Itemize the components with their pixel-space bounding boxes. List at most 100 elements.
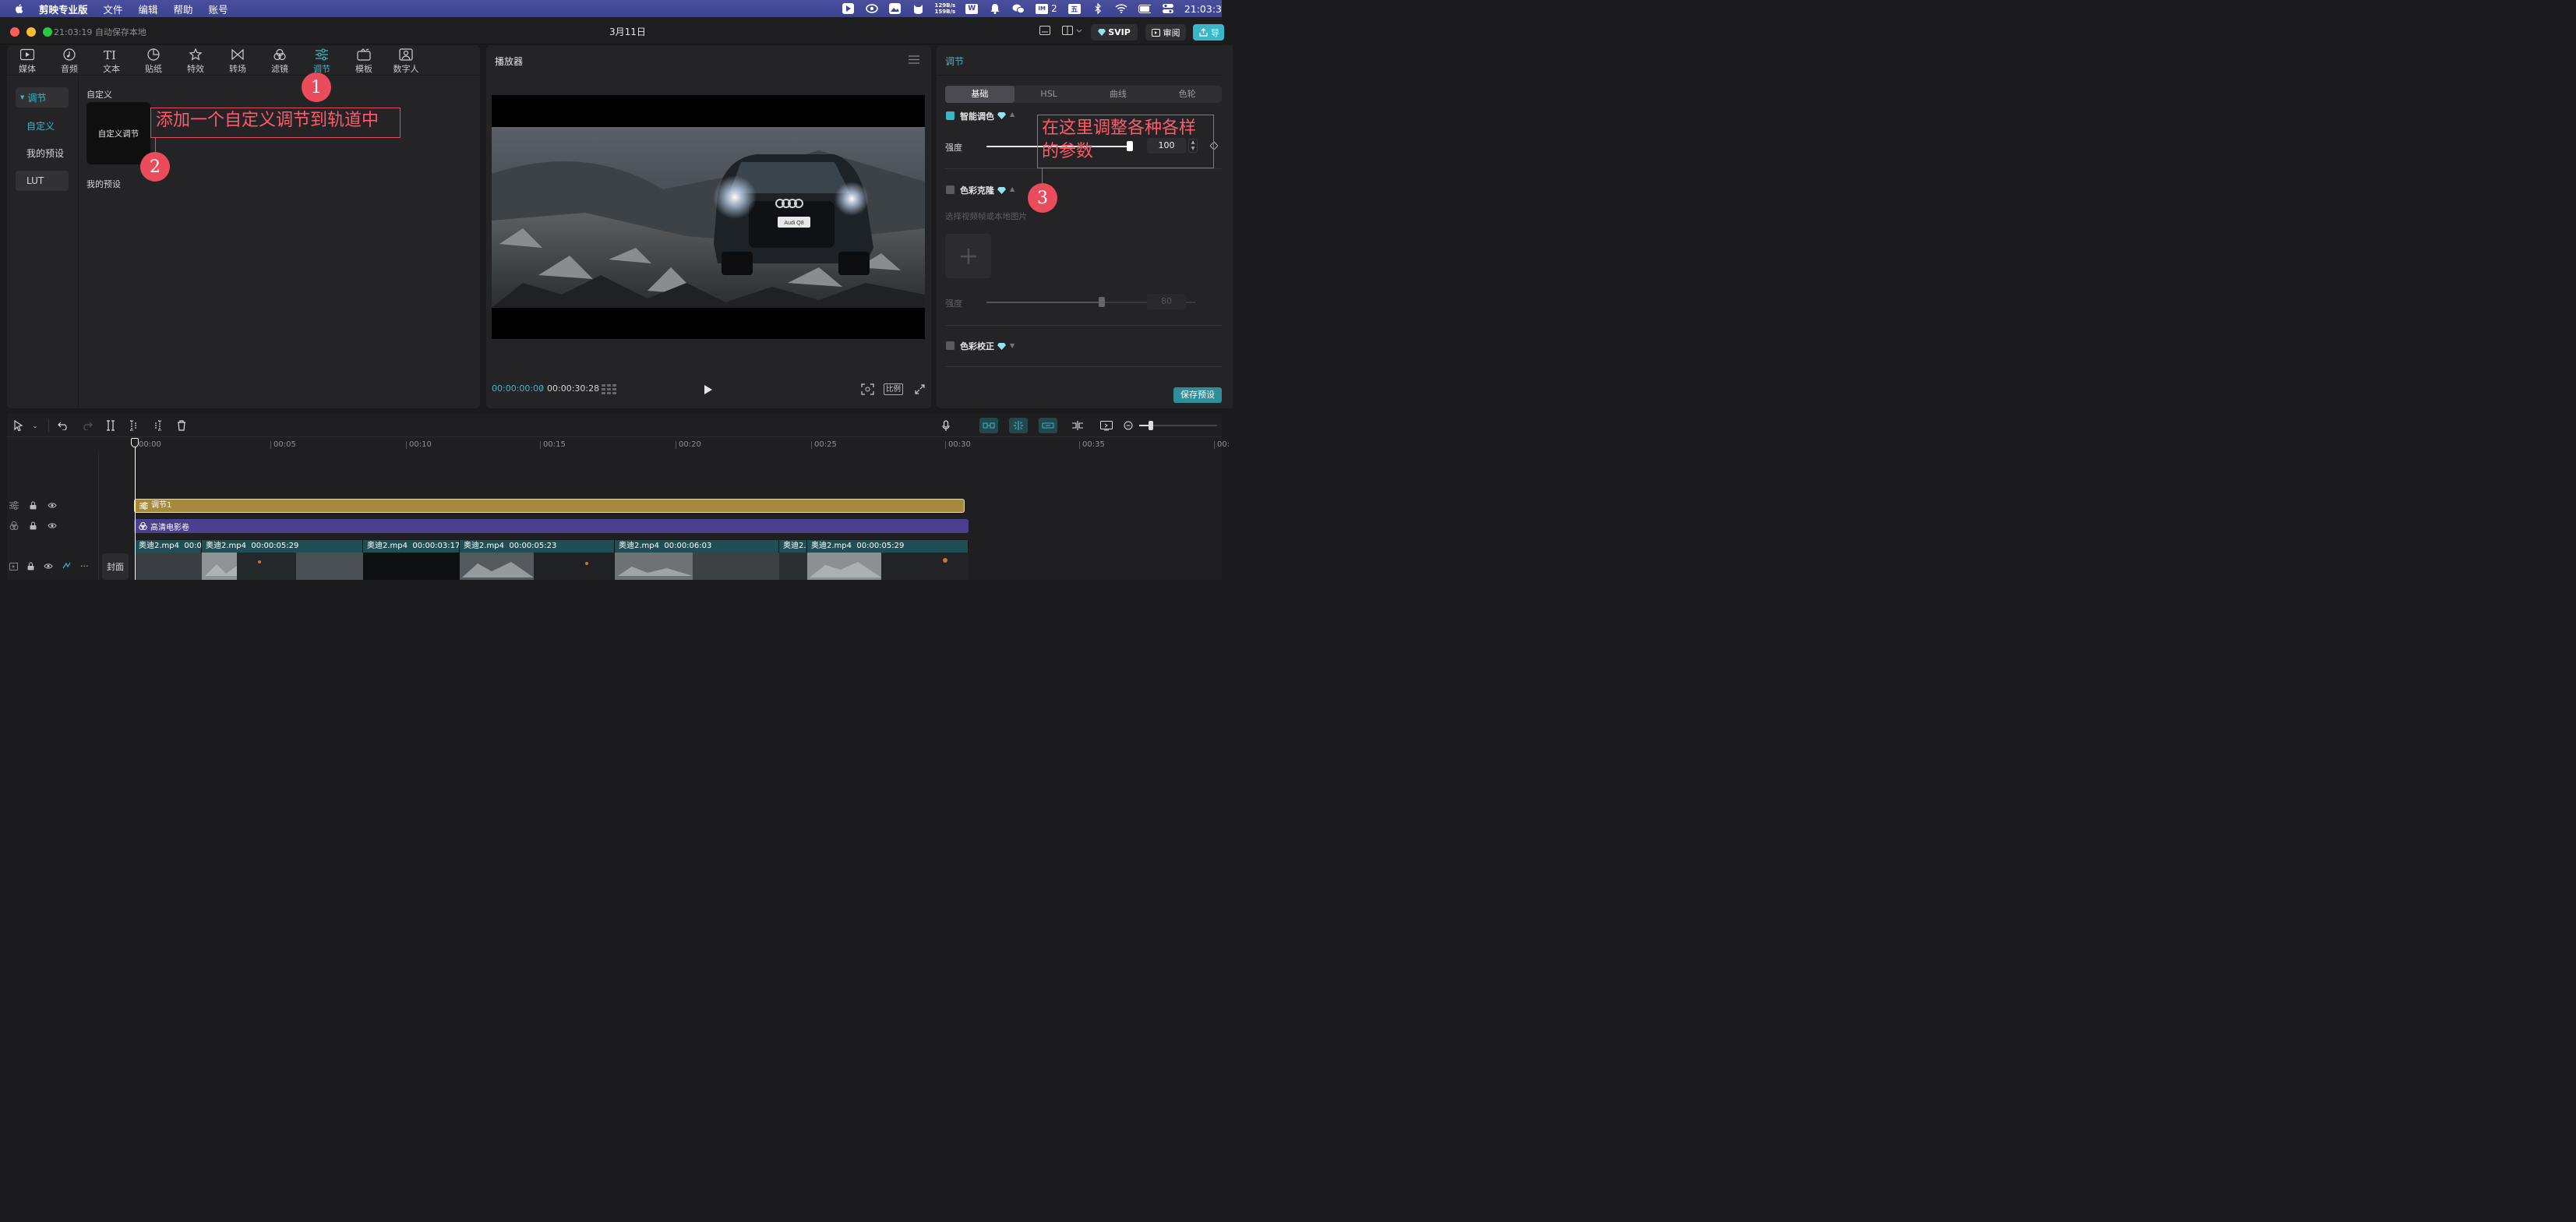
layout-icon[interactable]	[1039, 26, 1050, 37]
timeline-grid-icon[interactable]	[602, 384, 617, 397]
export-button[interactable]: 导	[1193, 24, 1224, 41]
timeline-toolbar-divider	[7, 436, 1222, 437]
close-window-button[interactable]	[10, 27, 19, 37]
redo-icon[interactable]	[81, 418, 94, 433]
panel-layout-icon[interactable]	[1062, 26, 1084, 37]
fit-screen-icon[interactable]	[861, 383, 874, 397]
tool-digital-human[interactable]: 数字人	[390, 48, 422, 75]
filter-clip[interactable]: 高清电影卷	[134, 519, 969, 533]
battery-icon[interactable]	[1138, 3, 1151, 14]
undo-icon[interactable]	[57, 418, 69, 433]
save-preset-button[interactable]: 保存预设	[1173, 387, 1222, 403]
lock-icon[interactable]	[27, 562, 34, 570]
menu-edit[interactable]: 编辑	[139, 2, 158, 16]
control-center-icon[interactable]	[1162, 3, 1174, 14]
custom-adjust-card[interactable]: 自定义调节	[86, 102, 150, 164]
expand-icon[interactable]: ▼	[1010, 342, 1015, 349]
ratio-button[interactable]: 比例	[884, 383, 903, 395]
tab-hsl[interactable]: HSL	[1015, 86, 1084, 103]
video-clip[interactable]: 奥迪2.mp4 00:00:06:03	[615, 540, 779, 553]
eye-icon[interactable]	[44, 563, 53, 570]
audio-mute-icon[interactable]	[62, 562, 71, 570]
tab-basic[interactable]: 基础	[945, 86, 1015, 103]
split-icon[interactable]	[104, 418, 117, 433]
bluetooth-icon[interactable]	[1092, 3, 1104, 14]
tool-effects[interactable]: 特效	[180, 48, 211, 75]
sidebar-item-custom[interactable]: 自定义	[16, 115, 69, 136]
trim-right-icon[interactable]	[151, 418, 164, 433]
sidebar-item-adjust[interactable]: ▼ 调节	[16, 87, 69, 108]
tab-curves[interactable]: 曲线	[1084, 86, 1153, 103]
adjust-clip[interactable]: 调节1	[134, 499, 965, 513]
sidebar-item-lut[interactable]: LUT	[16, 171, 69, 191]
timecode-separator: /	[540, 383, 543, 394]
collapse-icon[interactable]: ▲	[1010, 111, 1015, 118]
apple-icon[interactable]	[14, 3, 25, 14]
video-clip[interactable]: 奥迪2.mp4 00:00:05:29	[202, 540, 363, 553]
review-button[interactable]: 审阅	[1145, 24, 1186, 41]
tool-adjust[interactable]: 调节	[306, 48, 337, 75]
menu-icon[interactable]	[909, 55, 919, 66]
lock-icon[interactable]	[30, 501, 37, 510]
color-correct-checkbox[interactable]	[946, 341, 955, 350]
video-clip[interactable]: 奥迪2.mp4 00:00:05:23	[460, 540, 615, 553]
screenshot-icon[interactable]	[1099, 418, 1113, 433]
menu-help[interactable]: 帮助	[174, 2, 193, 16]
collapse-icon[interactable]: ▲	[1010, 185, 1015, 192]
zoom-slider-handle[interactable]	[1149, 421, 1153, 430]
menu-clock: 21:03:3	[1184, 2, 1222, 15]
tool-text[interactable]: TI 文本	[96, 48, 127, 75]
ime-indicator[interactable]: 五	[1067, 3, 1081, 14]
microphone-icon[interactable]	[940, 418, 952, 433]
chevron-down-icon[interactable]: ⌄	[30, 418, 41, 433]
tool-filter[interactable]: 滤镜	[264, 48, 295, 75]
video-clip[interactable]: 奥迪2.mp4 00:00:03:17	[363, 540, 460, 553]
zoom-out-icon[interactable]	[1122, 418, 1134, 433]
auto-snap-icon[interactable]	[1009, 418, 1028, 433]
main-track-magnet-icon[interactable]	[979, 418, 998, 433]
tool-audio[interactable]: 音频	[54, 48, 85, 75]
video-clip[interactable]: 奥迪2.mp4 00:00	[135, 540, 202, 553]
im-icon[interactable]: IM 2	[1036, 3, 1057, 14]
play-button[interactable]	[704, 384, 713, 397]
minimize-window-button[interactable]	[26, 27, 36, 37]
video-clip[interactable]: 奥迪2.mp4 00:00:05:29	[807, 540, 969, 553]
eye-icon[interactable]	[48, 522, 57, 529]
ruler-tick: 00:25	[811, 440, 837, 449]
fullscreen-icon[interactable]	[915, 384, 925, 397]
photos-icon[interactable]	[889, 3, 902, 14]
tool-media[interactable]: 媒体	[12, 48, 43, 75]
linkage-icon[interactable]	[1039, 418, 1057, 433]
wifi-icon[interactable]	[1115, 3, 1127, 14]
delete-icon[interactable]	[175, 418, 188, 433]
trim-left-icon[interactable]	[128, 418, 140, 433]
tool-sticker[interactable]: 贴纸	[138, 48, 169, 75]
caret-down-icon: ▼	[20, 94, 25, 101]
smart-color-checkbox[interactable]	[946, 111, 955, 120]
tab-color-wheel[interactable]: 色轮	[1152, 86, 1222, 103]
eye-icon[interactable]	[48, 502, 57, 509]
playhead-handle[interactable]	[131, 438, 139, 447]
preview-axis-icon[interactable]	[1071, 418, 1085, 433]
select-tool-icon[interactable]	[12, 418, 25, 433]
bell-icon[interactable]	[989, 3, 1001, 14]
menu-file[interactable]: 文件	[104, 2, 123, 16]
cover-button[interactable]: 封面	[102, 553, 129, 580]
zoom-window-button[interactable]	[43, 27, 52, 37]
video-clip[interactable]: 奥迪2.r	[779, 540, 807, 553]
creative-cloud-icon[interactable]	[865, 3, 878, 14]
lock-icon[interactable]	[30, 521, 37, 530]
add-reference-button[interactable]	[945, 234, 991, 278]
menu-account[interactable]: 账号	[209, 2, 228, 16]
wechat-icon[interactable]	[1012, 3, 1025, 14]
play-status-icon[interactable]	[842, 3, 855, 14]
color-clone-checkbox[interactable]	[946, 185, 955, 194]
tool-template[interactable]: 模板	[348, 48, 379, 75]
more-options-icon[interactable]: ···	[80, 561, 89, 571]
tool-transition[interactable]: 转场	[222, 48, 253, 75]
menu-app-name[interactable]: 剪映专业版	[39, 2, 88, 16]
cat-icon[interactable]	[912, 3, 925, 14]
word-icon[interactable]: W	[965, 3, 979, 14]
svip-button[interactable]: SVIP	[1091, 24, 1138, 41]
sidebar-item-my-presets[interactable]: 我的预设	[16, 143, 69, 163]
